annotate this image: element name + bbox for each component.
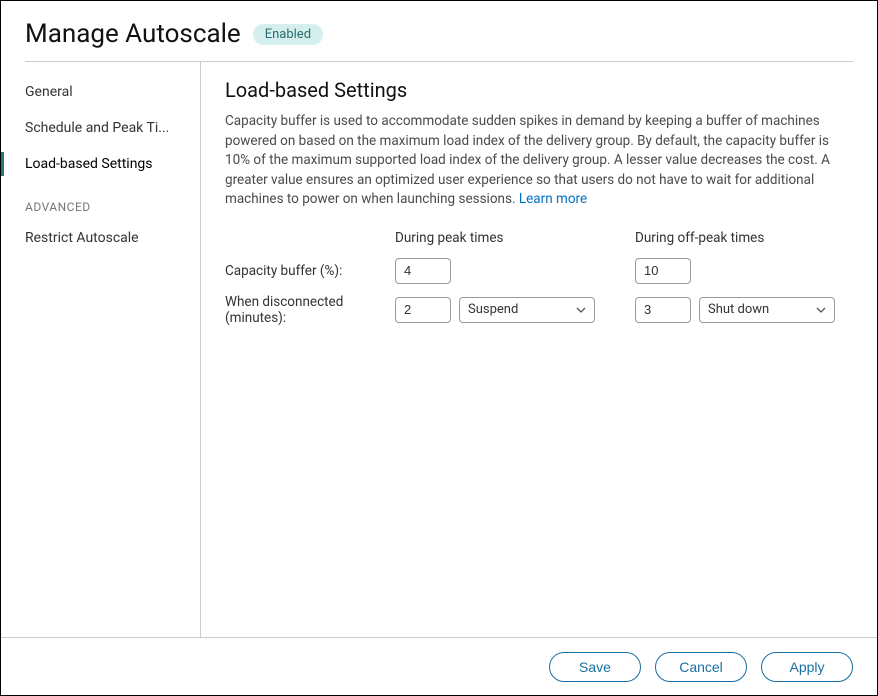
apply-button[interactable]: Apply (761, 652, 853, 682)
cell-peak-capacity (395, 258, 635, 284)
footer: Save Cancel Apply (1, 637, 877, 695)
content-heading: Load-based Settings (225, 78, 853, 102)
sidebar-item-load-based[interactable]: Load-based Settings (1, 146, 200, 182)
column-header-offpeak: During off-peak times (635, 230, 875, 248)
sidebar-item-schedule[interactable]: Schedule and Peak Ti... (1, 110, 200, 146)
chevron-down-icon (816, 305, 826, 315)
status-badge: Enabled (253, 24, 323, 45)
cell-offpeak-disconnect: Shut down (635, 297, 875, 323)
sidebar-item-restrict-autoscale[interactable]: Restrict Autoscale (1, 220, 200, 256)
sidebar: General Schedule and Peak Ti... Load-bas… (1, 62, 201, 637)
header: Manage Autoscale Enabled (1, 1, 877, 61)
learn-more-link[interactable]: Learn more (519, 191, 587, 207)
offpeak-disconnect-action-value: Shut down (708, 302, 769, 317)
sidebar-item-general[interactable]: General (1, 74, 200, 110)
row-label-capacity-buffer: Capacity buffer (%): (225, 263, 395, 279)
cell-peak-disconnect: Suspend (395, 297, 635, 323)
offpeak-capacity-buffer-input[interactable] (635, 258, 691, 284)
cancel-button[interactable]: Cancel (655, 652, 747, 682)
body: General Schedule and Peak Ti... Load-bas… (1, 62, 877, 637)
peak-disconnect-action-value: Suspend (468, 302, 518, 317)
offpeak-disconnect-minutes-input[interactable] (635, 297, 691, 323)
content: Load-based Settings Capacity buffer is u… (201, 62, 877, 637)
offpeak-disconnect-action-select[interactable]: Shut down (699, 297, 835, 323)
peak-capacity-buffer-input[interactable] (395, 258, 451, 284)
settings-grid: During peak times During off-peak times … (225, 230, 853, 326)
chevron-down-icon (576, 305, 586, 315)
page-title: Manage Autoscale (25, 19, 241, 49)
peak-disconnect-action-select[interactable]: Suspend (459, 297, 595, 323)
manage-autoscale-window: Manage Autoscale Enabled General Schedul… (0, 0, 878, 696)
column-header-peak: During peak times (395, 230, 635, 248)
peak-disconnect-minutes-input[interactable] (395, 297, 451, 323)
sidebar-section-advanced: ADVANCED (1, 182, 200, 220)
content-description: Capacity buffer is used to accommodate s… (225, 112, 853, 210)
row-label-when-disconnected: When disconnected (minutes): (225, 294, 395, 326)
cell-offpeak-capacity (635, 258, 875, 284)
save-button[interactable]: Save (549, 652, 641, 682)
